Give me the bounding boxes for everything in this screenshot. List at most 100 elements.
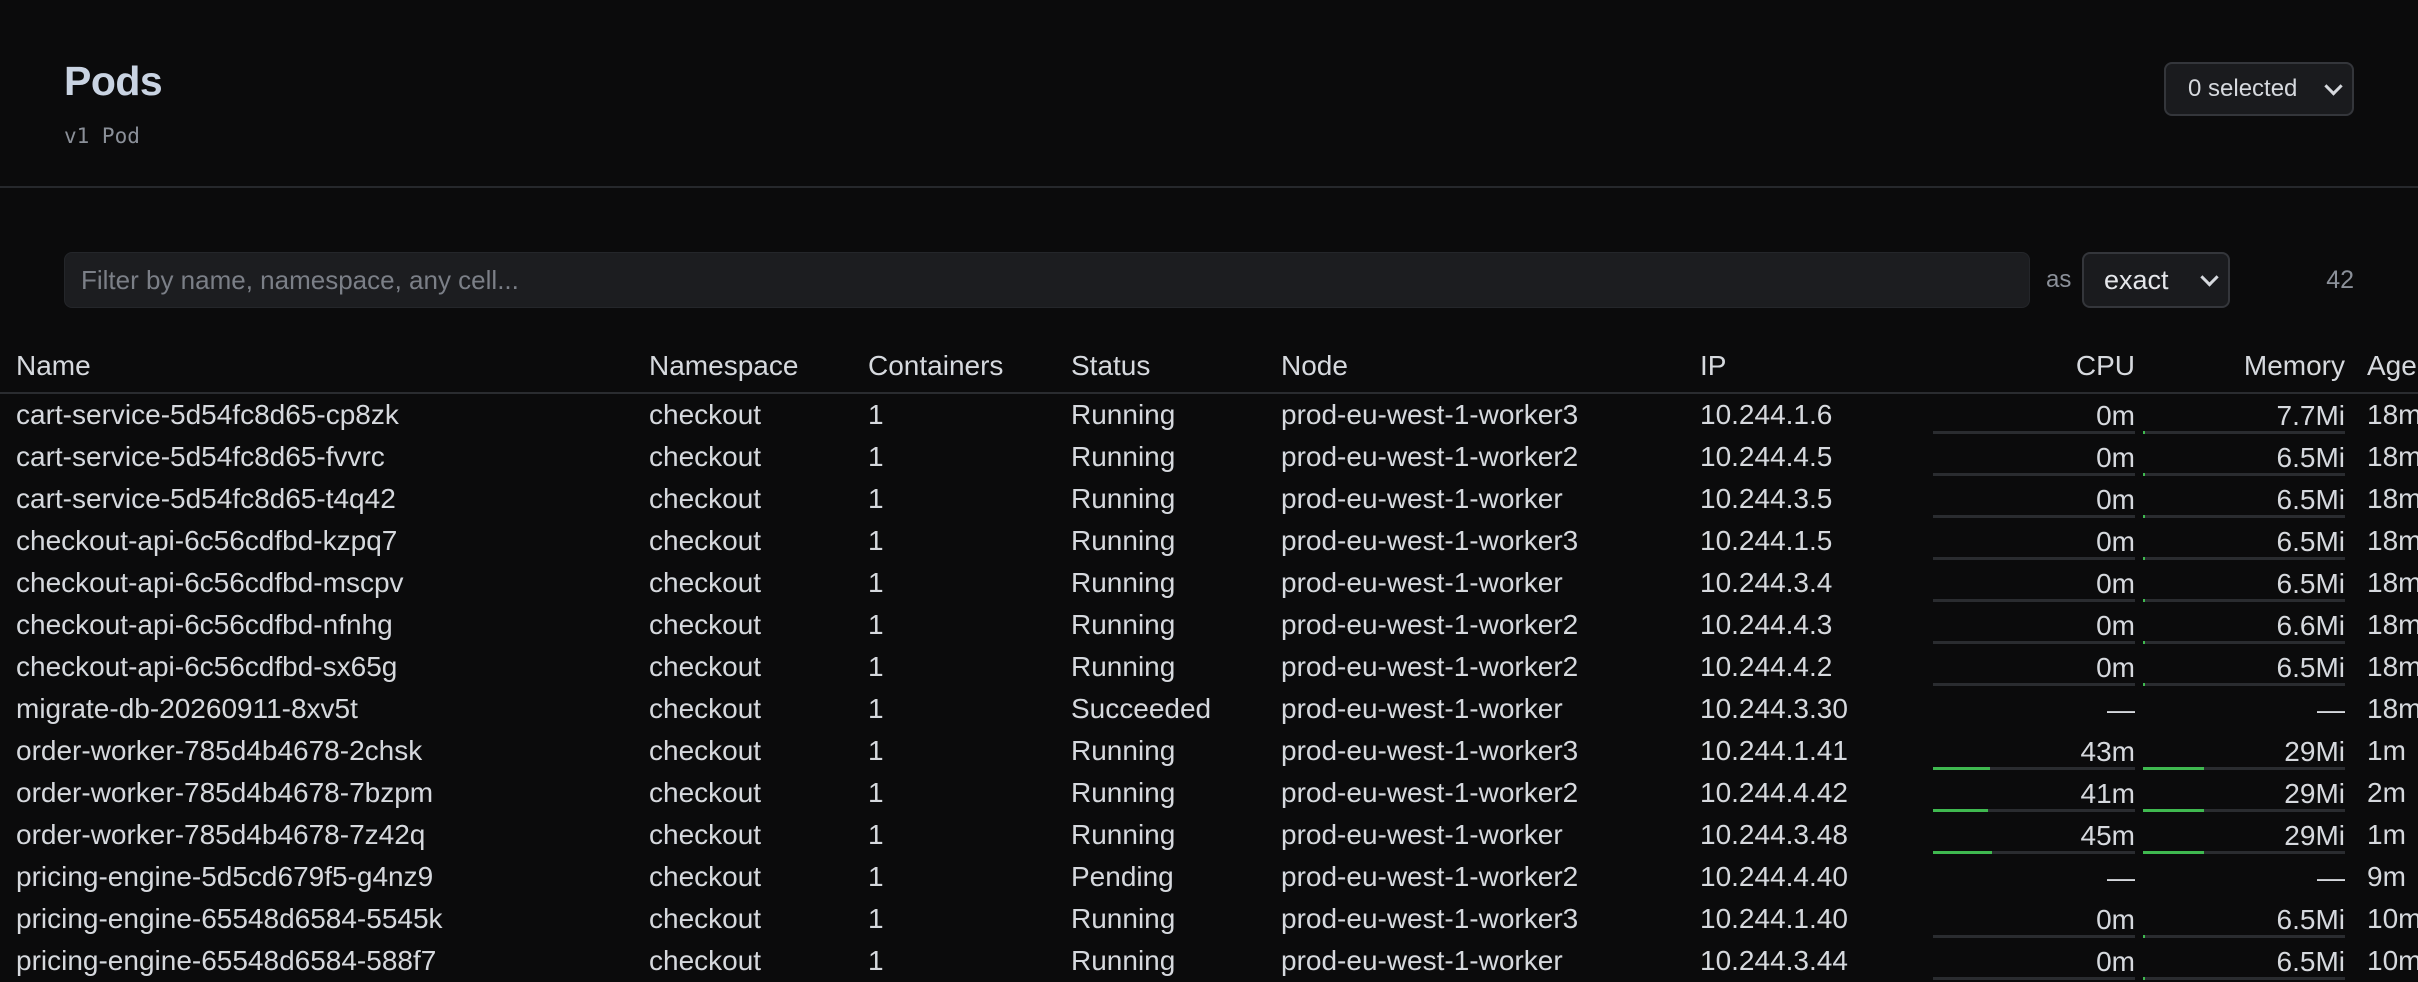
namespace-cell: checkout — [649, 693, 762, 724]
status-cell: Running — [1071, 777, 1176, 808]
status-cell: Running — [1071, 441, 1176, 472]
containers-cell: 1 — [868, 903, 884, 934]
cpu-cell: 0m — [1925, 898, 2135, 940]
table-row[interactable]: checkout-api-6c56cdfbd-kzpq7 checkout 1 Run… — [0, 520, 2418, 562]
ip-cell: 10.244.3.48 — [1700, 819, 1848, 850]
cpu-cell-value: — — [2107, 694, 2135, 725]
ip-cell: 10.244.4.2 — [1700, 651, 1833, 682]
column-header-status[interactable]: Status — [1071, 340, 1281, 394]
cpu-cell: 0m — [1925, 520, 2135, 562]
age-cell: 18m — [2367, 693, 2418, 724]
status-cell: Running — [1071, 609, 1176, 640]
containers-cell: 1 — [868, 567, 884, 598]
column-header-cpu[interactable]: CPU — [1925, 340, 2135, 394]
table-row[interactable]: order-worker-785d4b4678-7bzpm checkout 1 Ru… — [0, 772, 2418, 814]
table-row[interactable]: order-worker-785d4b4678-2chsk checkout 1 Ru… — [0, 730, 2418, 772]
namespace-cell: checkout — [649, 525, 762, 556]
containers-cell: 1 — [868, 609, 884, 640]
memory-cell-value: 6.5Mi — [2276, 484, 2345, 515]
table-row[interactable]: pricing-engine-65548d6584-5545k checkout 1… — [0, 898, 2418, 940]
column-header-name[interactable]: Name — [0, 340, 649, 394]
pod-name-cell: checkout-api-6c56cdfbd-mscpv — [16, 567, 404, 598]
ip-cell: 10.244.4.40 — [1700, 861, 1848, 892]
resource-kind: v1 Pod — [64, 124, 140, 148]
table-row[interactable]: cart-service-5d54fc8d65-cp8zk checkout 1 Ru… — [0, 393, 2418, 436]
age-cell: 1m — [2367, 819, 2406, 850]
cpu-cell-value: 43m — [2080, 736, 2135, 767]
namespace-cell: checkout — [649, 567, 762, 598]
column-header-memory[interactable]: Memory — [2135, 340, 2345, 394]
age-cell: 18m — [2367, 651, 2418, 682]
namespace-cell: checkout — [649, 651, 762, 682]
cpu-cell-value: 45m — [2080, 820, 2135, 851]
column-header-node[interactable]: Node — [1281, 340, 1700, 394]
table-header-row: Name Namespace Containers Status Node IP… — [0, 340, 2418, 394]
node-cell: prod-eu-west-1-worker3 — [1281, 399, 1579, 430]
status-cell: Running — [1071, 651, 1176, 682]
memory-cell-metric: 29Mi — [2135, 814, 2345, 856]
memory-cell-metric: 6.5Mi — [2135, 646, 2345, 688]
column-header-namespace[interactable]: Namespace — [649, 340, 868, 394]
age-cell: 18m — [2367, 441, 2418, 472]
namespace-cell: checkout — [649, 483, 762, 514]
status-cell: Running — [1071, 903, 1176, 934]
memory-cell: 6.5Mi — [2135, 898, 2345, 940]
ip-cell: 10.244.4.3 — [1700, 609, 1833, 640]
table-row[interactable]: migrate-db-20260911-8xv5t checkout 1 Succee… — [0, 688, 2418, 730]
cpu-cell-bar-fill — [1933, 767, 1990, 770]
memory-cell: 6.5Mi — [2135, 478, 2345, 520]
cpu-cell-metric: 0m — [1925, 520, 2135, 562]
table-row[interactable]: order-worker-785d4b4678-7z42q checkout 1 Ru… — [0, 814, 2418, 856]
table-row[interactable]: checkout-api-6c56cdfbd-sx65g checkout 1 Run… — [0, 646, 2418, 688]
filter-bar: as exact 42 — [64, 252, 2418, 308]
namespace-cell: checkout — [649, 441, 762, 472]
cpu-cell-value: 0m — [2096, 652, 2135, 683]
cpu-cell: 0m — [1925, 604, 2135, 646]
selection-label: 0 selected — [2188, 75, 2298, 102]
cpu-cell: 0m — [1925, 393, 2135, 436]
age-cell: 1m — [2367, 735, 2406, 766]
memory-cell-metric: 6.5Mi — [2135, 898, 2345, 940]
cpu-cell-value: 0m — [2096, 568, 2135, 599]
containers-cell: 1 — [868, 735, 884, 766]
cpu-cell-value: 0m — [2096, 442, 2135, 473]
status-cell: Running — [1071, 525, 1176, 556]
table-row[interactable]: checkout-api-6c56cdfbd-mscpv checkout 1 Run… — [0, 562, 2418, 604]
table-row[interactable]: cart-service-5d54fc8d65-fvvrc checkout 1 Ru… — [0, 436, 2418, 478]
table-row[interactable]: pricing-engine-5d5cd679f5-g4nz9 checkout 1… — [0, 856, 2418, 898]
node-cell: prod-eu-west-1-worker3 — [1281, 903, 1579, 934]
cpu-cell-metric: 0m — [1925, 604, 2135, 646]
cpu-cell-metric: — — [1925, 688, 2135, 730]
cpu-cell-value: 41m — [2080, 778, 2135, 809]
cpu-cell: 0m — [1925, 646, 2135, 688]
pods-table: Name Namespace Containers Status Node IP… — [0, 340, 2418, 982]
cpu-cell-metric: 0m — [1925, 898, 2135, 940]
selection-dropdown[interactable]: 0 selected — [2164, 62, 2354, 116]
table-row[interactable]: pricing-engine-65548d6584-588f7 checkout 1… — [0, 940, 2418, 982]
column-header-ip[interactable]: IP — [1700, 340, 1925, 394]
memory-cell-value: 6.6Mi — [2276, 610, 2345, 641]
memory-cell: 29Mi — [2135, 730, 2345, 772]
memory-cell-bar-fill — [2143, 809, 2204, 812]
match-mode-dropdown[interactable]: exact — [2082, 252, 2230, 308]
memory-cell-metric: 29Mi — [2135, 730, 2345, 772]
cpu-cell-metric: 0m — [1925, 436, 2135, 478]
column-header-age[interactable]: Age — [2345, 340, 2418, 394]
cpu-cell: 43m — [1925, 730, 2135, 772]
filter-input[interactable] — [64, 252, 2030, 308]
pod-name-cell: pricing-engine-65548d6584-5545k — [16, 903, 443, 934]
namespace-cell: checkout — [649, 861, 762, 892]
memory-cell-value: 6.5Mi — [2276, 946, 2345, 977]
chevron-down-icon — [2324, 77, 2343, 96]
column-header-containers[interactable]: Containers — [868, 340, 1071, 394]
node-cell: prod-eu-west-1-worker2 — [1281, 441, 1579, 472]
ip-cell: 10.244.1.6 — [1700, 399, 1833, 430]
node-cell: prod-eu-west-1-worker2 — [1281, 861, 1579, 892]
cpu-cell: 0m — [1925, 478, 2135, 520]
cpu-cell: 0m — [1925, 562, 2135, 604]
memory-cell-value: — — [2317, 862, 2345, 893]
table-row[interactable]: cart-service-5d54fc8d65-t4q42 checkout 1 Ru… — [0, 478, 2418, 520]
memory-cell-value: 29Mi — [2284, 736, 2345, 767]
table-row[interactable]: checkout-api-6c56cdfbd-nfnhg checkout 1 Run… — [0, 604, 2418, 646]
status-cell: Running — [1071, 735, 1176, 766]
